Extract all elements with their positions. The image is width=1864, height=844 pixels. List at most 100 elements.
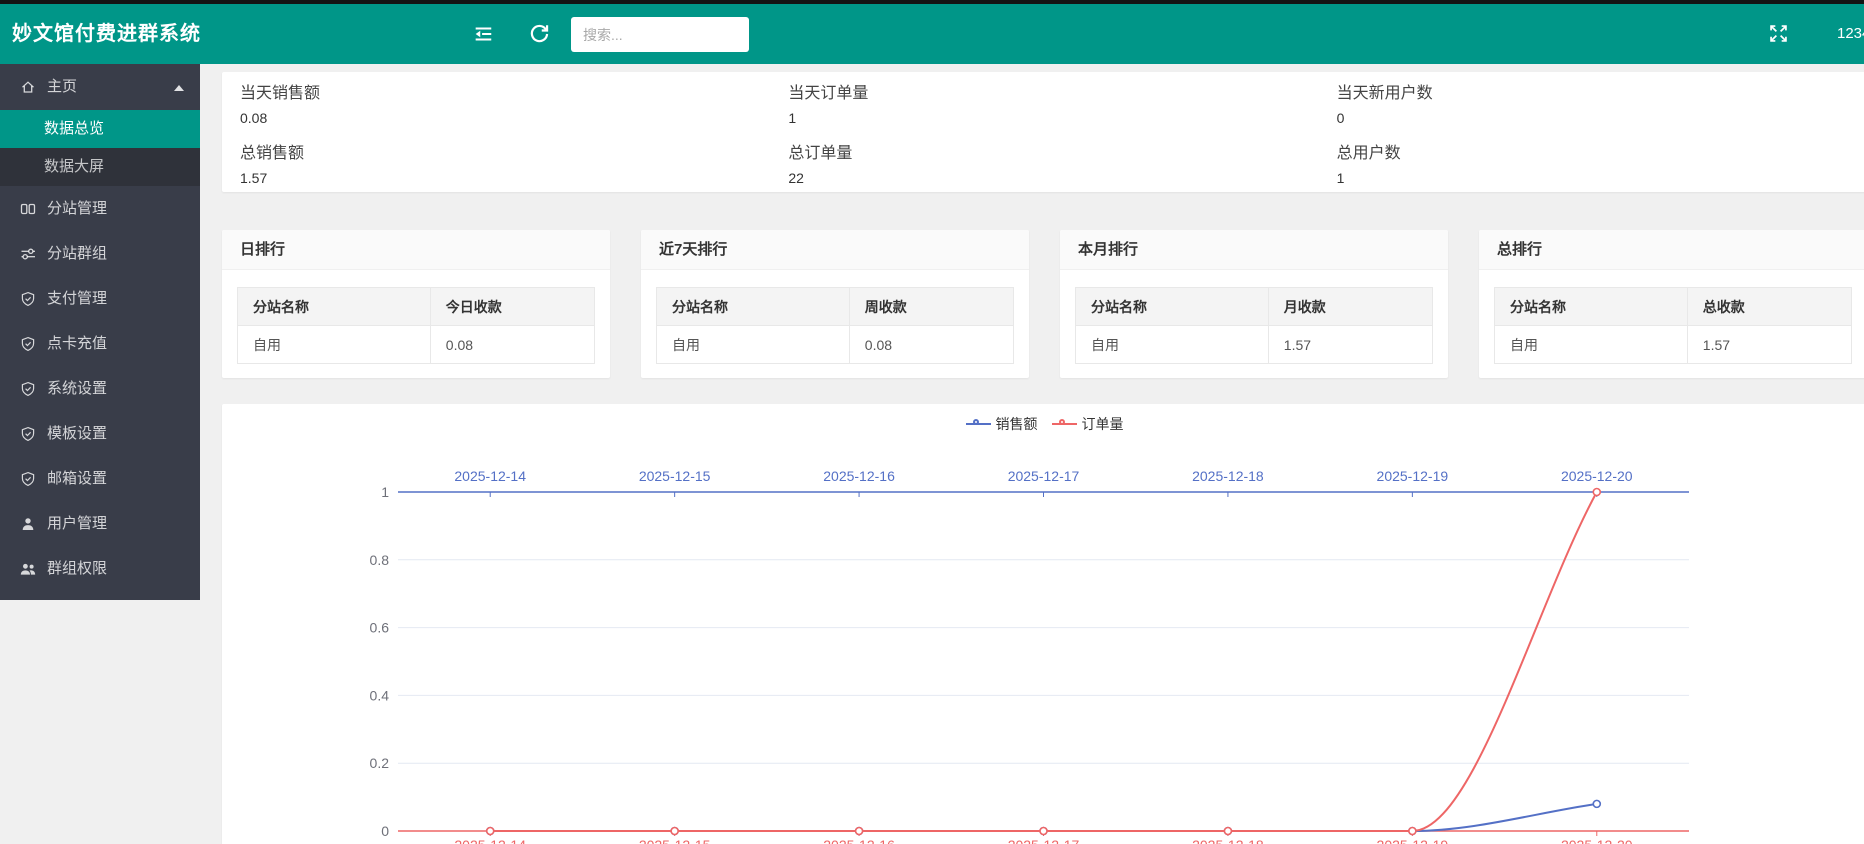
sidebar-item-template-settings[interactable]: 模板设置 [0, 411, 200, 456]
svg-text:2025-12-19: 2025-12-19 [1377, 837, 1449, 844]
amount-cell: 0.08 [430, 326, 594, 364]
svg-text:2025-12-20: 2025-12-20 [1561, 837, 1633, 844]
svg-text:2025-12-16: 2025-12-16 [823, 468, 895, 484]
chart-legend: 销售额 订单量 [222, 417, 1864, 431]
sales-orders-chart-card: 00.20.40.60.812025-12-142025-12-142025-1… [222, 404, 1864, 844]
sidebar-item-user-manage[interactable]: 用户管理 [0, 501, 200, 546]
legend-item-sales[interactable]: 销售额 [966, 417, 1038, 431]
stat-label: 总用户数 [1337, 143, 1864, 165]
refresh-icon[interactable] [528, 23, 550, 45]
search-input[interactable] [571, 17, 749, 52]
column-header: 分站名称 [657, 288, 850, 326]
line-marker-icon [1052, 419, 1077, 429]
ranking-table: 分站名称 月收款 自用 1.57 [1075, 287, 1433, 364]
chevron-up-icon [174, 85, 184, 91]
sidebar-item-data-overview[interactable]: 数据总览 [0, 110, 200, 148]
home-icon [20, 79, 36, 95]
svg-text:2025-12-16: 2025-12-16 [823, 837, 895, 844]
svg-text:2025-12-14: 2025-12-14 [454, 837, 526, 844]
sidebar-item-label: 模板设置 [47, 411, 107, 456]
sidebar-item-label: 点卡充值 [47, 321, 107, 366]
legend-label: 订单量 [1082, 417, 1124, 431]
shield-check-icon [20, 291, 36, 307]
stat-label: 当天订单量 [788, 83, 1318, 105]
user-icon [20, 516, 36, 532]
sidebar-item-email-settings[interactable]: 邮箱设置 [0, 456, 200, 501]
column-header: 今日收款 [430, 288, 594, 326]
stat-value: 0 [1337, 107, 1864, 129]
table-row: 自用 1.57 [1495, 326, 1852, 364]
username-menu[interactable]: 12345 [1837, 4, 1864, 64]
sidebar-item-payment-manage[interactable]: 支付管理 [0, 276, 200, 321]
sidebar-item-label: 系统设置 [47, 366, 107, 411]
sidebar-nav: 主页 数据总览 数据大屏 分站管理 分站群组 支付管理 [0, 64, 200, 600]
sidebar-item-substation-groups[interactable]: 分站群组 [0, 231, 200, 276]
sidebar-item-label: 用户管理 [47, 501, 107, 546]
app-header: 妙文馆付费进群系统 12345 [0, 4, 1864, 64]
amount-cell: 1.57 [1687, 326, 1851, 364]
ranking-cards-row: 日排行 分站名称 今日收款 自用 0.08 近7天排行 分站名称 周收款 [222, 230, 1864, 378]
svg-text:0: 0 [381, 823, 389, 839]
sidebar-item-home[interactable]: 主页 [0, 64, 200, 110]
sidebar-item-data-screen[interactable]: 数据大屏 [0, 148, 200, 186]
svg-text:2025-12-14: 2025-12-14 [454, 468, 526, 484]
table-row: 自用 1.57 [1076, 326, 1433, 364]
stat-label: 总销售额 [240, 143, 770, 165]
home-submenu: 数据总览 数据大屏 [0, 110, 200, 186]
column-header: 分站名称 [238, 288, 431, 326]
amount-cell: 0.08 [849, 326, 1013, 364]
column-header: 月收款 [1268, 288, 1432, 326]
columns-icon [20, 201, 36, 217]
card-title: 总排行 [1479, 230, 1864, 270]
svg-text:0.4: 0.4 [370, 687, 390, 703]
stat-total-orders: 总订单量 22 [770, 132, 1318, 192]
card-title: 日排行 [222, 230, 610, 270]
table-header-row: 分站名称 今日收款 [238, 288, 595, 326]
shield-check-icon [20, 336, 36, 352]
collapse-menu-icon[interactable] [472, 23, 494, 45]
column-header: 分站名称 [1076, 288, 1269, 326]
sidebar-item-substation-manage[interactable]: 分站管理 [0, 186, 200, 231]
ranking-table: 分站名称 今日收款 自用 0.08 [237, 287, 595, 364]
svg-text:0.6: 0.6 [370, 620, 390, 636]
sidebar-item-group-permissions[interactable]: 群组权限 [0, 546, 200, 591]
svg-text:2025-12-20: 2025-12-20 [1561, 468, 1633, 484]
shield-check-icon [20, 471, 36, 487]
shield-check-icon [20, 426, 36, 442]
card-title: 本月排行 [1060, 230, 1448, 270]
stat-value: 1 [1337, 167, 1864, 189]
column-header: 周收款 [849, 288, 1013, 326]
site-name-cell: 自用 [1076, 326, 1269, 364]
svg-text:0.8: 0.8 [370, 552, 390, 568]
svg-text:2025-12-15: 2025-12-15 [639, 468, 711, 484]
sidebar-item-card-recharge[interactable]: 点卡充值 [0, 321, 200, 366]
site-name-cell: 自用 [657, 326, 850, 364]
legend-item-orders[interactable]: 订单量 [1052, 417, 1124, 431]
svg-text:2025-12-19: 2025-12-19 [1377, 468, 1449, 484]
stat-value: 22 [788, 167, 1318, 189]
ranking-card-month: 本月排行 分站名称 月收款 自用 1.57 [1060, 230, 1448, 378]
stat-label: 总订单量 [788, 143, 1318, 165]
stat-label: 当天销售额 [240, 83, 770, 105]
svg-text:2025-12-15: 2025-12-15 [639, 837, 711, 844]
legend-label: 销售额 [996, 417, 1038, 431]
stat-value: 1 [788, 107, 1318, 129]
ranking-table: 分站名称 周收款 自用 0.08 [656, 287, 1014, 364]
stat-today-orders: 当天订单量 1 [770, 72, 1318, 132]
sliders-icon [20, 246, 36, 262]
sidebar-item-label: 邮箱设置 [47, 456, 107, 501]
table-row: 自用 0.08 [238, 326, 595, 364]
fullscreen-icon[interactable] [1770, 25, 1787, 42]
stat-value: 0.08 [240, 107, 770, 129]
stat-total-users: 总用户数 1 [1319, 132, 1864, 192]
line-marker-icon [966, 419, 991, 429]
amount-cell: 1.57 [1268, 326, 1432, 364]
ranking-card-daily: 日排行 分站名称 今日收款 自用 0.08 [222, 230, 610, 378]
svg-text:2025-12-18: 2025-12-18 [1192, 468, 1264, 484]
stat-today-sales: 当天销售额 0.08 [222, 72, 770, 132]
users-icon [20, 561, 36, 577]
app-title: 妙文馆付费进群系统 [12, 4, 201, 64]
ranking-card-7days: 近7天排行 分站名称 周收款 自用 0.08 [641, 230, 1029, 378]
site-name-cell: 自用 [1495, 326, 1688, 364]
sidebar-item-system-settings[interactable]: 系统设置 [0, 366, 200, 411]
